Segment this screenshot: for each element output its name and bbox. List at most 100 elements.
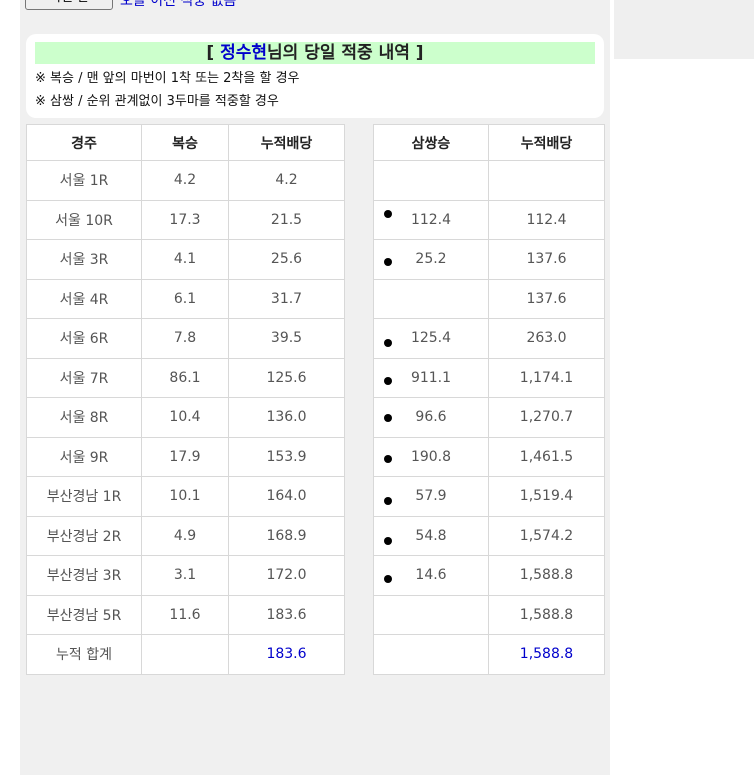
cumulative-odds-cell: 153.9 — [228, 436, 345, 477]
cumulative-odds-cell: 1,461.5 — [488, 436, 605, 477]
title-prefix: [ — [206, 43, 221, 63]
cumulative-odds-cell: 21.5 — [228, 199, 345, 240]
trio-odds-cell — [373, 160, 489, 201]
table-row: 125.4 263.0 — [373, 318, 605, 359]
table-row: 부산경남 1R 10.1 164.0 — [26, 476, 345, 517]
table-row: 서울 6R 7.8 39.5 — [26, 318, 345, 359]
header-trio: 삼쌍승 — [373, 124, 489, 161]
hit-marker-icon — [384, 209, 392, 218]
cumulative-odds-cell: 125.6 — [228, 357, 345, 398]
trio-odds-cell: 911.1 — [373, 357, 489, 398]
table-row: 1,588.8 — [373, 594, 605, 635]
cumulative-odds-cell: 39.5 — [228, 318, 345, 359]
trio-odds-value: 96.6 — [415, 409, 447, 426]
trio-odds-cell: 96.6 — [373, 397, 489, 438]
cumulative-odds-cell: 136.0 — [228, 397, 345, 438]
quinella-odds-cell: 7.8 — [141, 318, 229, 359]
quinella-odds-cell: 4.2 — [141, 160, 229, 201]
quinella-odds-cell: 17.9 — [141, 436, 229, 477]
quinella-odds-cell: 3.1 — [141, 555, 229, 596]
cumulative-odds-cell: 25.6 — [228, 239, 345, 280]
cumulative-odds-cell: 1,588.8 — [488, 555, 605, 596]
cumulative-odds-cell: 31.7 — [228, 278, 345, 319]
race-name-cell: 서울 3R — [26, 239, 142, 280]
quinella-odds-cell: 10.1 — [141, 476, 229, 517]
hit-marker-icon — [384, 376, 392, 385]
trio-odds-cell: 190.8 — [373, 436, 489, 477]
header-cumulative: 누적배당 — [228, 124, 345, 161]
cumulative-odds-cell: 1,270.7 — [488, 397, 605, 438]
quinella-odds-cell: 11.6 — [141, 594, 229, 635]
race-name-cell: 서울 10R — [26, 199, 142, 240]
trio-odds-cell: 112.4 — [373, 199, 489, 240]
race-name-cell: 서울 8R — [26, 397, 142, 438]
trio-odds-cell: 125.4 — [373, 318, 489, 359]
race-name-cell: 서울 4R — [26, 278, 142, 319]
table-row: 96.6 1,270.7 — [373, 397, 605, 438]
table-row: 25.2 137.6 — [373, 239, 605, 280]
total-cumulative-cell: 1,588.8 — [488, 634, 605, 675]
table-row: 서울 1R 4.2 4.2 — [26, 160, 345, 201]
trio-odds-value: 125.4 — [410, 330, 452, 347]
table-row: 137.6 — [373, 278, 605, 319]
hit-marker-icon — [384, 454, 392, 463]
cumulative-odds-cell: 168.9 — [228, 515, 345, 556]
total-row: 누적 합계 183.6 — [26, 634, 345, 675]
trio-odds-value: 911.1 — [410, 369, 452, 386]
cumulative-odds-cell: 1,574.2 — [488, 515, 605, 556]
cumulative-odds-cell: 1,174.1 — [488, 357, 605, 398]
table-row: 부산경남 3R 3.1 172.0 — [26, 555, 345, 596]
previous-day-button[interactable]: 이전 날 — [25, 0, 113, 10]
header-quinella: 복승 — [141, 124, 229, 161]
quinella-odds-cell: 17.3 — [141, 199, 229, 240]
quinella-odds-cell: 6.1 — [141, 278, 229, 319]
trio-odds-value: 14.6 — [415, 567, 447, 584]
header-cumulative: 누적배당 — [488, 124, 605, 161]
table-row: 서울 3R 4.1 25.6 — [26, 239, 345, 280]
table-row: 54.8 1,574.2 — [373, 515, 605, 556]
note-quinella: ※ 복승 / 맨 앞의 마번이 1착 또는 2착을 할 경우 — [35, 71, 300, 86]
hit-marker-icon — [384, 414, 392, 423]
race-name-cell: 서울 1R — [26, 160, 142, 201]
trio-odds-value: 57.9 — [415, 488, 447, 505]
previous-hit-link[interactable]: 오늘 이전 적중 없음 — [120, 0, 236, 10]
header-race: 경주 — [26, 124, 142, 161]
quinella-odds-cell: 10.4 — [141, 397, 229, 438]
race-name-cell: 서울 9R — [26, 436, 142, 477]
table-row: 112.4 112.4 — [373, 199, 605, 240]
cumulative-odds-cell: 172.0 — [228, 555, 345, 596]
trio-odds-cell — [373, 594, 489, 635]
table-row: 911.1 1,174.1 — [373, 357, 605, 398]
hit-marker-icon — [384, 536, 392, 545]
cumulative-odds-cell: 183.6 — [228, 594, 345, 635]
race-name-cell: 서울 6R — [26, 318, 142, 359]
summary-header: [ 정수현님의 당일 적중 내역 ] ※ 복승 / 맨 앞의 마번이 1착 또는… — [26, 34, 604, 118]
side-panel — [614, 0, 754, 59]
trio-odds-cell: 25.2 — [373, 239, 489, 280]
hit-marker-icon — [384, 258, 392, 267]
table-row: 서울 8R 10.4 136.0 — [26, 397, 345, 438]
note-trio: ※ 삼쌍 / 순위 관계없이 3두마를 적중할 경우 — [35, 94, 279, 109]
table-row — [373, 160, 605, 201]
cumulative-odds-cell: 137.6 — [488, 278, 605, 319]
hit-marker-icon — [384, 497, 392, 506]
quinella-odds-cell: 86.1 — [141, 357, 229, 398]
cumulative-odds-cell: 112.4 — [488, 199, 605, 240]
race-name-cell: 부산경남 1R — [26, 476, 142, 517]
race-name-cell: 부산경남 3R — [26, 555, 142, 596]
hit-marker-icon — [384, 575, 392, 584]
trio-odds-cell: 54.8 — [373, 515, 489, 556]
table-row: 서울 7R 86.1 125.6 — [26, 357, 345, 398]
trio-odds-value: 190.8 — [410, 448, 452, 465]
cumulative-odds-cell: 1,519.4 — [488, 476, 605, 517]
quinella-table: 경주 복승 누적배당 서울 1R 4.2 4.2 서울 10R 17.3 21.5 서울 3… — [26, 124, 345, 675]
page-title: [ 정수현님의 당일 적중 내역 ] — [35, 42, 595, 64]
trio-odds-cell — [373, 278, 489, 319]
table-row: 서울 10R 17.3 21.5 — [26, 199, 345, 240]
cumulative-odds-cell: 137.6 — [488, 239, 605, 280]
trio-table: 삼쌍승 누적배당 112.4 112.4 25.2 137.6 137.6 125.4 26… — [373, 124, 605, 675]
race-name-cell: 부산경남 2R — [26, 515, 142, 556]
cumulative-odds-cell: 4.2 — [228, 160, 345, 201]
total-label-cell: 누적 합계 — [26, 634, 142, 675]
hit-marker-icon — [384, 339, 392, 348]
